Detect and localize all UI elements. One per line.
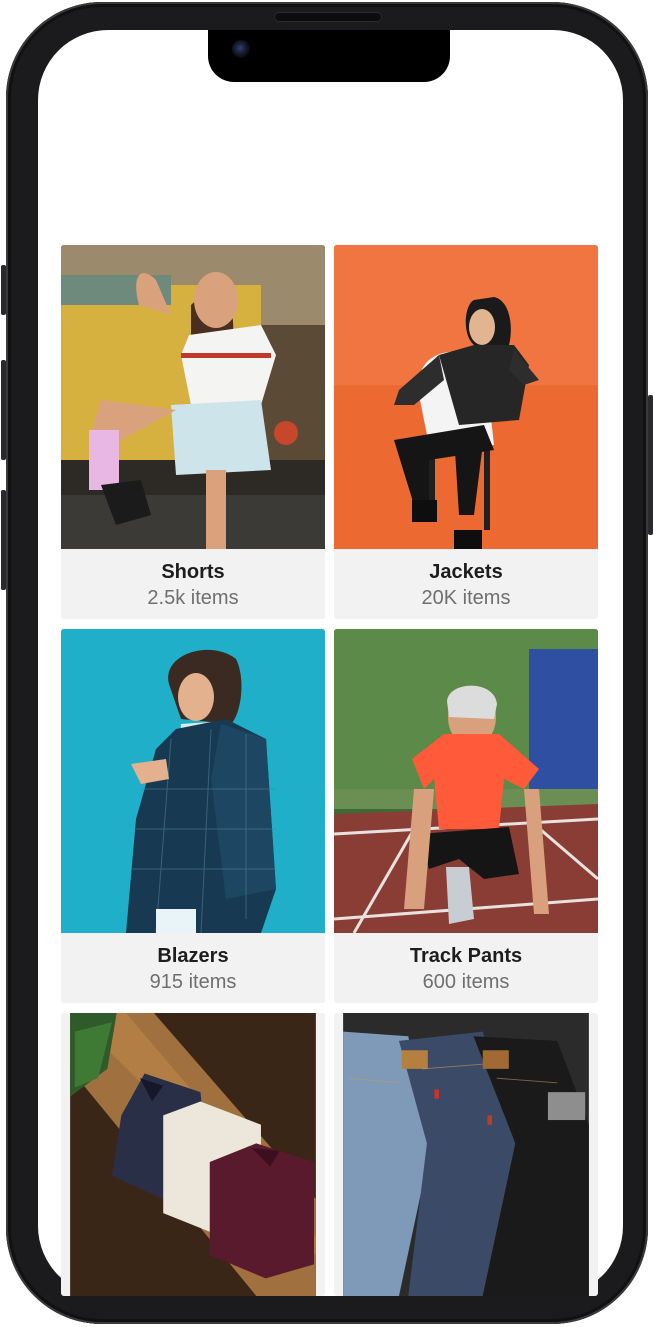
jeans-photo: [343, 1013, 589, 1296]
category-card-track-pants[interactable]: Track Pants 600 items: [334, 629, 598, 1003]
front-camera: [232, 40, 250, 58]
category-title: Shorts: [161, 561, 225, 583]
category-card-blazers[interactable]: Blazers 915 items: [61, 629, 325, 1003]
category-title: Jackets: [429, 561, 503, 583]
jackets-photo: [334, 245, 598, 549]
category-card-shorts[interactable]: Shorts 2.5k items: [61, 245, 325, 619]
shorts-photo: [61, 245, 325, 549]
category-caption: Track Pants 600 items: [334, 933, 598, 1003]
category-count: 20K items: [421, 587, 511, 609]
track-pants-photo: [334, 629, 598, 933]
earpiece-speaker: [274, 12, 382, 22]
category-caption: Jackets 20K items: [334, 549, 598, 619]
category-count: 2.5k items: [147, 587, 239, 609]
category-title: Blazers: [157, 945, 229, 967]
category-caption: Shorts 2.5k items: [61, 549, 325, 619]
volume-down-button: [1, 490, 6, 590]
category-count: 600 items: [422, 971, 510, 993]
volume-up-button: [1, 360, 6, 460]
shirts-photo: [70, 1013, 316, 1296]
power-button: [648, 395, 653, 535]
category-caption: Blazers 915 items: [61, 933, 325, 1003]
category-card-shirts[interactable]: [61, 1013, 325, 1296]
category-card-jeans[interactable]: [334, 1013, 598, 1296]
category-card-jackets[interactable]: Jackets 20K items: [334, 245, 598, 619]
category-title: Track Pants: [409, 945, 523, 967]
silent-switch: [1, 265, 6, 315]
category-count: 915 items: [149, 971, 237, 993]
blazers-photo: [61, 629, 325, 933]
